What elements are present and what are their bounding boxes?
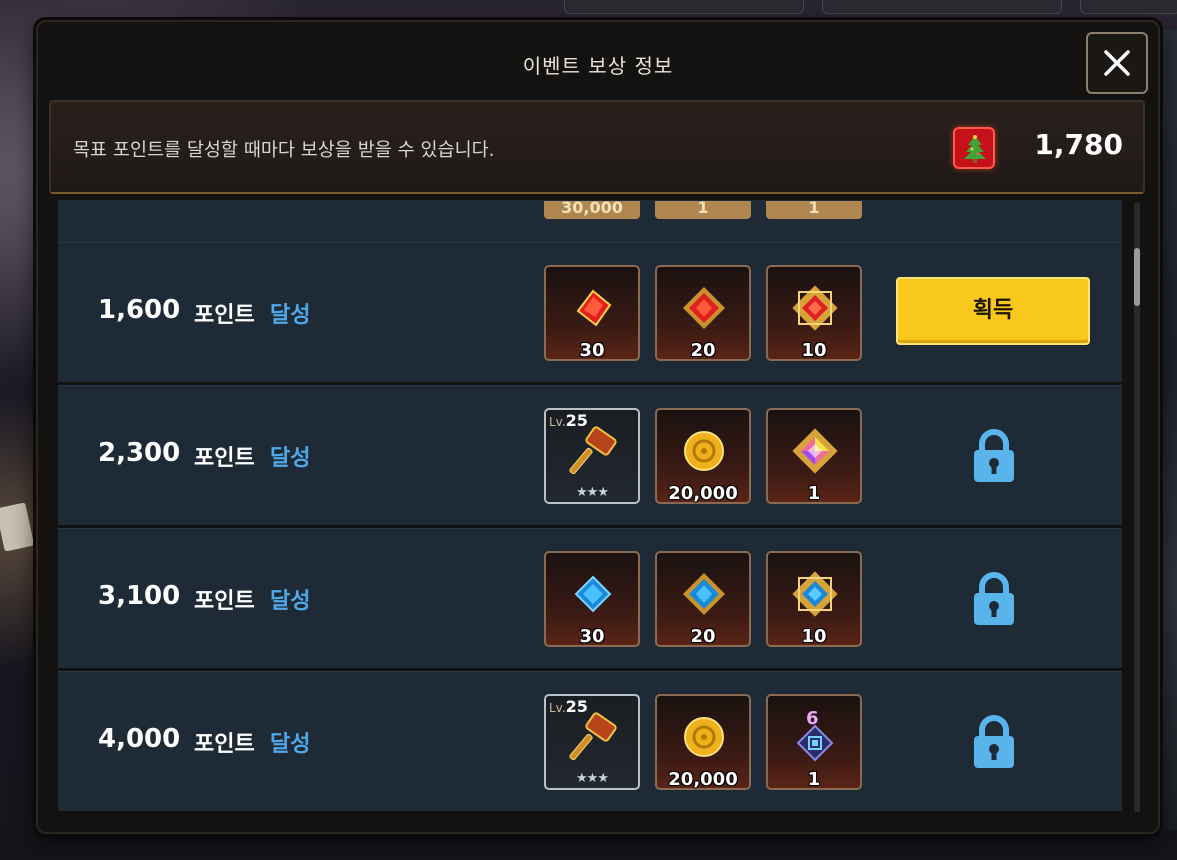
scrollbar[interactable] bbox=[1134, 202, 1140, 812]
reward-slot[interactable]: 6 1 bbox=[766, 694, 862, 790]
reward-row: 3,100 포인트 달성 30 20 10 bbox=[58, 528, 1122, 668]
lock-icon bbox=[974, 429, 1014, 482]
event-reward-dialog: 이벤트 보상 정보 목표 포인트를 달성할 때마다 보상을 받을 수 있습니다.… bbox=[36, 20, 1160, 834]
reward-slot[interactable]: 20,000 bbox=[655, 694, 751, 790]
reward-slot[interactable]: 20 bbox=[655, 265, 751, 361]
current-points: 1,780 bbox=[1034, 128, 1123, 161]
item-stars: ★★★ bbox=[576, 485, 609, 500]
reward-quantity: 30 bbox=[579, 340, 605, 361]
points-info-bar: 목표 포인트를 달성할 때마다 보상을 받을 수 있습니다. 1,780 bbox=[49, 100, 1145, 194]
reward-row: 1,600 포인트 달성 30 20 10 획득 bbox=[58, 242, 1122, 382]
dialog-description: 목표 포인트를 달성할 때마다 보상을 받을 수 있습니다. bbox=[73, 140, 495, 161]
points-word: 포인트 bbox=[194, 446, 255, 471]
achieve-word: 달성 bbox=[270, 446, 311, 471]
reward-quantity: 20 bbox=[690, 626, 716, 647]
reward-slot[interactable]: 1 bbox=[766, 408, 862, 504]
reward-quantity: 20,000 bbox=[668, 483, 738, 504]
points-word: 포인트 bbox=[194, 589, 255, 614]
target-points: 2,300 bbox=[98, 438, 181, 468]
rainbow-gem-icon bbox=[792, 428, 838, 474]
points-word: 포인트 bbox=[194, 303, 255, 328]
reward-slot[interactable]: 30 bbox=[544, 551, 640, 647]
scrollbar-thumb[interactable] bbox=[1134, 248, 1140, 306]
reward-slot[interactable]: 10 bbox=[766, 551, 862, 647]
reward-list[interactable]: 30,000 1 1 1,600 포인트 달성 30 20 10 획득 2,30… bbox=[58, 200, 1122, 812]
target-points: 1,600 bbox=[98, 295, 181, 325]
background-side-panel bbox=[1159, 30, 1177, 830]
rune-card-icon bbox=[796, 724, 834, 762]
blue-gem-icon bbox=[574, 575, 612, 613]
reward-badge: 1 bbox=[655, 201, 751, 219]
dialog-title: 이벤트 보상 정보 bbox=[522, 54, 674, 78]
hammer-icon bbox=[569, 426, 617, 475]
reward-row: 2,300 포인트 달성 Lv.25 ★★★ 20,000 1 bbox=[58, 385, 1122, 525]
points-word: 포인트 bbox=[194, 732, 255, 757]
target-points: 4,000 bbox=[98, 724, 181, 754]
reward-quantity: 1 bbox=[807, 483, 821, 504]
reward-slot[interactable]: 10 bbox=[766, 265, 862, 361]
close-icon bbox=[1104, 50, 1130, 76]
reward-slot[interactable]: 20 bbox=[655, 551, 751, 647]
reward-slot[interactable]: 30 bbox=[544, 265, 640, 361]
background-hud-bar bbox=[1080, 0, 1177, 14]
background-hud-bar bbox=[564, 0, 804, 14]
reward-quantity: 1 bbox=[807, 769, 821, 790]
red-gem-gold-frame-icon bbox=[792, 285, 838, 331]
achieve-word: 달성 bbox=[270, 589, 311, 614]
reward-quantity: 30 bbox=[579, 626, 605, 647]
gold-coin-icon bbox=[684, 717, 724, 757]
claim-button[interactable]: 획득 bbox=[896, 277, 1090, 345]
lock-icon bbox=[974, 715, 1014, 768]
reward-badge: 30,000 bbox=[544, 201, 640, 219]
reward-quantity: 20 bbox=[690, 340, 716, 361]
reward-quantity: 10 bbox=[801, 340, 827, 361]
christmas-tree-icon bbox=[953, 127, 995, 169]
lock-icon bbox=[974, 572, 1014, 625]
target-points: 3,100 bbox=[98, 581, 181, 611]
background-hud-bar bbox=[822, 0, 1062, 14]
close-button[interactable] bbox=[1086, 32, 1148, 94]
gold-coin-icon bbox=[684, 431, 724, 471]
blue-gem-gold-frame-icon bbox=[792, 571, 838, 617]
reward-slot[interactable]: 20,000 bbox=[655, 408, 751, 504]
achieve-word: 달성 bbox=[270, 732, 311, 757]
reward-row: 4,000 포인트 달성 Lv.25 ★★★ 20,000 6 1 bbox=[58, 671, 1122, 811]
reward-slot[interactable]: Lv.25 ★★★ bbox=[544, 408, 640, 504]
reward-slot[interactable]: Lv.25 ★★★ bbox=[544, 694, 640, 790]
red-gem-icon bbox=[576, 289, 612, 327]
red-gem-framed-icon bbox=[683, 287, 725, 329]
hammer-icon bbox=[569, 712, 617, 761]
reward-quantity: 10 bbox=[801, 626, 827, 647]
blue-gem-framed-icon bbox=[683, 573, 725, 615]
reward-quantity: 20,000 bbox=[668, 769, 738, 790]
reward-badge: 1 bbox=[766, 201, 862, 219]
achieve-word: 달성 bbox=[270, 303, 311, 328]
item-stars: ★★★ bbox=[576, 771, 609, 786]
